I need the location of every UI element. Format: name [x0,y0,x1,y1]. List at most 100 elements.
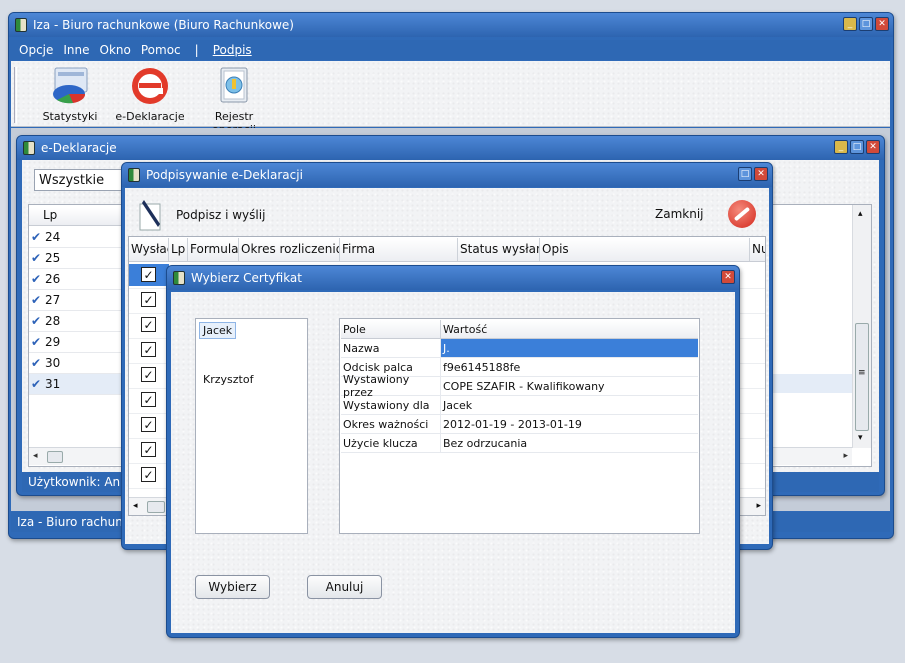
col-wyslac[interactable]: Wysłać [129,238,169,261]
send-checkbox[interactable]: ✓ [141,367,156,382]
cert-field-row[interactable]: Wystawiony dla Jacek [341,396,698,415]
cert-field-value: J. [441,339,698,357]
checkmark-icon: ✔ [31,314,42,328]
toolbar-grip [14,67,17,123]
menu-opcje[interactable]: Opcje [19,43,53,57]
cancel-button-label: Anuluj [325,580,364,594]
filter-select[interactable]: Wszystkie [34,169,124,191]
scroll-thumb[interactable] [47,451,63,463]
statistics-button[interactable]: Statystyki [40,66,100,123]
cert-field-value: Jacek [443,398,473,412]
declaration-row[interactable]: ✔ 27 [29,290,124,311]
sign-grid-header: Wysłać Lp Formularz Okres rozliczeniowy … [129,238,765,262]
edeklaracje-scrollbar-v[interactable]: ▴ ≡ ▾ [852,205,871,448]
cert-col-wartosc[interactable]: Wartość [441,320,487,338]
declaration-row[interactable]: ✔ 26 [29,269,124,290]
cert-field-row[interactable]: Okres ważności 2012-01-19 - 2013-01-19 [341,415,698,434]
cert-title-bar[interactable]: Wybierz Certyfikat ✕ [167,266,739,290]
select-button-label: Wybierz [208,580,257,594]
declaration-row[interactable]: ✔ 28 [29,311,124,332]
sign-close-button[interactable]: ✕ [754,167,768,181]
scroll-down-icon[interactable]: ▾ [858,433,863,443]
cert-field-value: 2012-01-19 - 2013-01-19 [443,417,582,431]
edeklaracje-maximize-button[interactable]: □ [850,140,864,154]
send-checkbox[interactable]: ✓ [141,467,156,482]
menu-pomoc[interactable]: Pomoc [141,43,181,57]
menu-podpis[interactable]: Podpis [213,43,252,57]
declaration-row[interactable]: ✔ 30 [29,353,124,374]
cert-field-value: COPE SZAFIR - Kwalifikowany [443,379,605,393]
checkmark-icon: ✔ [31,335,42,349]
declaration-row[interactable]: ✔ 24 [29,227,124,248]
cancel-button[interactable]: Anuluj [307,575,382,599]
send-checkbox[interactable]: ✓ [141,317,156,332]
row-31-highlight-right [773,374,852,393]
col-firma[interactable]: Firma [340,238,458,261]
menu-bar: Opcje Inne Okno Pomoc | Podpis [9,40,891,60]
scroll-right-icon[interactable]: ▸ [756,501,761,511]
send-checkbox[interactable]: ✓ [141,417,156,432]
close-sign-button[interactable]: Zamknij [655,198,757,230]
cert-close-button[interactable]: ✕ [721,270,735,284]
cert-app-icon [173,271,185,285]
declaration-row[interactable]: ✔ 29 [29,332,124,353]
filter-value: Wszystkie [39,172,105,188]
edeklaracje-app-icon [23,141,35,155]
scroll-left-icon[interactable]: ◂ [33,451,38,461]
select-button[interactable]: Wybierz [195,575,270,599]
sign-window-title: Podpisywanie e-Deklaracji [146,168,303,182]
send-checkbox[interactable]: ✓ [141,292,156,307]
declaration-lp: 27 [45,293,61,307]
declaration-row[interactable]: ✔ 25 [29,248,124,269]
col-nu[interactable]: Nu [750,238,765,261]
edeklaracje-scrollbar-h-right[interactable]: ▸ [773,447,852,465]
declaration-row[interactable]: ✔ 31 [29,374,124,395]
minimize-button[interactable]: _ [843,17,857,31]
col-okres[interactable]: Okres rozliczeniowy [239,238,340,261]
certificate-item-label: Jacek [203,324,233,337]
edeklaracje-minimize-button[interactable]: _ [834,140,848,154]
e-declaration-icon [129,66,171,106]
col-lp[interactable]: Lp [169,238,188,261]
cert-field-key: Wystawiony przez [341,373,441,399]
declaration-lp: 28 [45,314,61,328]
maximize-button[interactable]: □ [859,17,873,31]
sign-maximize-button[interactable]: □ [738,167,752,181]
send-checkbox[interactable]: ✓ [141,442,156,457]
close-button[interactable]: ✕ [875,17,889,31]
sign-scroll-thumb[interactable] [147,501,165,513]
menu-inne[interactable]: Inne [63,43,89,57]
operations-register-button[interactable]: Rejestr operacji [193,66,275,136]
checkmark-icon: ✔ [31,356,42,370]
edeklaracje-close-button[interactable]: ✕ [866,140,880,154]
edeklaracje-title-bar[interactable]: e-Deklaracje _ □ ✕ [17,136,884,160]
declaration-lp: 31 [45,377,61,391]
maximize-icon: □ [740,168,750,179]
scroll-right-icon[interactable]: ▸ [843,451,848,461]
col-status[interactable]: Status wysłania [458,238,540,261]
certificate-item-jacek[interactable]: Jacek [199,322,237,339]
cert-field-row[interactable]: Użycie klucza Bez odrzucania [341,434,698,453]
send-checkbox[interactable]: ✓ [141,267,156,282]
sign-and-send-button[interactable]: Podpisz i wyślij [136,195,266,235]
lp-column-header[interactable]: Lp [29,208,124,226]
declarations-scrollbar-h[interactable]: ◂ [29,447,124,465]
cert-col-pole[interactable]: Pole [341,320,441,338]
sign-title-bar[interactable]: Podpisywanie e-Deklaracji □ ✕ [122,163,772,187]
col-formularz[interactable]: Formularz [188,238,239,261]
declaration-lp: 30 [45,356,61,370]
checkmark-icon: ✔ [31,293,42,307]
scroll-left-icon[interactable]: ◂ [133,501,138,511]
send-checkbox[interactable]: ✓ [141,392,156,407]
main-title-bar[interactable]: Iza - Biuro rachunkowe (Biuro Rachunkowe… [9,13,893,37]
menu-okno[interactable]: Okno [100,43,131,57]
cert-field-row[interactable]: Wystawiony przez COPE SZAFIR - Kwalifikow… [341,373,698,399]
send-checkbox[interactable]: ✓ [141,342,156,357]
col-opis[interactable]: Opis [540,238,750,261]
certificate-item-krzysztof[interactable]: Krzysztof [203,373,253,386]
e-declaration-button[interactable]: e-Deklaracje [115,66,185,123]
close-icon: ✕ [757,168,765,179]
scroll-up-icon[interactable]: ▴ [858,209,863,219]
cert-field-row[interactable]: Nazwa J. [341,339,698,358]
close-icon: ✕ [724,271,732,282]
